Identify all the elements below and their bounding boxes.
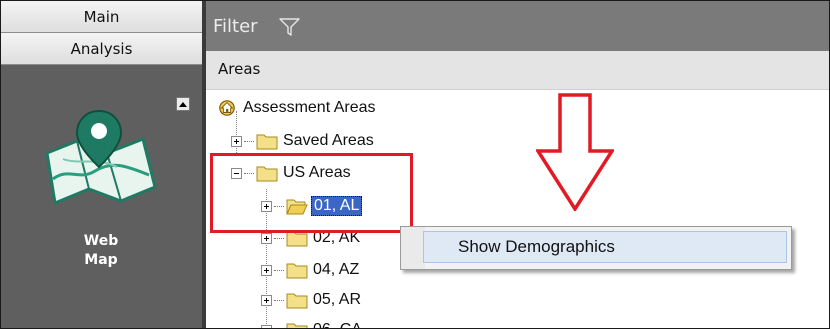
folder-icon <box>286 263 308 279</box>
tab-main-label: Main <box>83 7 120 26</box>
scroll-up-button[interactable] <box>176 97 190 111</box>
tab-main[interactable]: Main <box>1 1 202 33</box>
folder-icon <box>286 293 308 309</box>
expand-icon[interactable] <box>261 294 272 306</box>
expand-icon[interactable] <box>261 264 272 276</box>
folder-icon <box>286 323 308 328</box>
tree-item-05-ar[interactable]: 05, AR <box>261 288 361 312</box>
context-menu: Show Demographics <box>400 226 792 270</box>
tree-item-06-ca[interactable]: 06, CA <box>261 318 362 328</box>
funnel-icon[interactable] <box>279 18 300 37</box>
filter-label: Filter <box>213 16 258 37</box>
menu-item-show-demographics[interactable]: Show Demographics <box>423 231 787 263</box>
tree-root[interactable]: Assessment Areas <box>216 96 376 120</box>
scroll-up-icon <box>179 101 187 107</box>
expand-icon[interactable] <box>261 232 272 244</box>
menu-item-label: Show Demographics <box>458 237 615 256</box>
tree-item-label: Saved Areas <box>283 132 374 149</box>
web-map-label-line1: Web <box>83 233 119 249</box>
left-nav: Main Analysis Web Map <box>1 1 206 328</box>
web-map-label-line2: Map <box>84 252 118 268</box>
expand-icon[interactable] <box>261 324 272 328</box>
tree-item-04-az[interactable]: 04, AZ <box>261 258 359 282</box>
filter-bar: Filter <box>206 1 829 51</box>
tree-item-label: 05, AR <box>313 291 362 308</box>
areas-title: Areas <box>218 60 261 78</box>
annotation-down-arrow-icon <box>536 93 614 211</box>
app-window: Main Analysis Web Map Filter Areas Asses… <box>0 0 830 329</box>
map-pin-icon <box>45 109 157 205</box>
tree-item-label: 04, AZ <box>313 261 360 278</box>
tab-analysis-label: Analysis <box>70 39 133 58</box>
expand-icon[interactable] <box>231 135 242 147</box>
tree-root-label: Assessment Areas <box>243 99 376 116</box>
context-menu-gutter <box>401 227 425 269</box>
tab-analysis[interactable]: Analysis <box>1 33 202 65</box>
folder-icon <box>256 134 278 150</box>
assessment-areas-icon <box>219 100 235 116</box>
annotation-highlight-box <box>210 153 413 233</box>
areas-header: Areas <box>206 51 829 90</box>
web-map-button[interactable]: Web Map <box>39 109 169 289</box>
tree-item-saved-areas[interactable]: Saved Areas <box>231 129 374 153</box>
tree-item-label: 06, CA <box>313 321 362 328</box>
